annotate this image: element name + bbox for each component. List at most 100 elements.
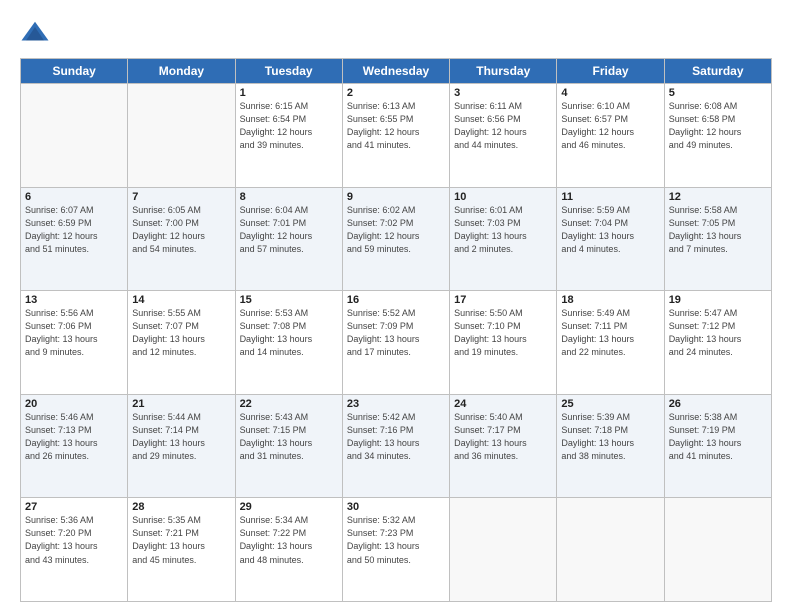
day-number: 5 xyxy=(669,87,767,99)
calendar-day-cell: 2Sunrise: 6:13 AM Sunset: 6:55 PM Daylig… xyxy=(342,84,449,188)
day-number: 2 xyxy=(347,87,445,99)
calendar-week-row: 13Sunrise: 5:56 AM Sunset: 7:06 PM Dayli… xyxy=(21,291,772,395)
logo xyxy=(20,18,54,48)
day-info: Sunrise: 5:34 AM Sunset: 7:22 PM Dayligh… xyxy=(240,514,338,566)
day-info: Sunrise: 6:02 AM Sunset: 7:02 PM Dayligh… xyxy=(347,204,445,256)
day-info: Sunrise: 5:58 AM Sunset: 7:05 PM Dayligh… xyxy=(669,204,767,256)
calendar-day-cell: 29Sunrise: 5:34 AM Sunset: 7:22 PM Dayli… xyxy=(235,498,342,602)
day-number: 9 xyxy=(347,191,445,203)
day-header-wednesday: Wednesday xyxy=(342,59,449,84)
day-number: 22 xyxy=(240,398,338,410)
day-info: Sunrise: 6:10 AM Sunset: 6:57 PM Dayligh… xyxy=(561,100,659,152)
day-number: 18 xyxy=(561,294,659,306)
day-info: Sunrise: 6:04 AM Sunset: 7:01 PM Dayligh… xyxy=(240,204,338,256)
day-number: 6 xyxy=(25,191,123,203)
day-number: 7 xyxy=(132,191,230,203)
day-number: 10 xyxy=(454,191,552,203)
calendar-week-row: 20Sunrise: 5:46 AM Sunset: 7:13 PM Dayli… xyxy=(21,394,772,498)
day-number: 27 xyxy=(25,501,123,513)
calendar-header-row: SundayMondayTuesdayWednesdayThursdayFrid… xyxy=(21,59,772,84)
calendar-day-cell: 30Sunrise: 5:32 AM Sunset: 7:23 PM Dayli… xyxy=(342,498,449,602)
calendar-day-cell: 22Sunrise: 5:43 AM Sunset: 7:15 PM Dayli… xyxy=(235,394,342,498)
calendar-day-cell: 7Sunrise: 6:05 AM Sunset: 7:00 PM Daylig… xyxy=(128,187,235,291)
calendar-day-cell: 17Sunrise: 5:50 AM Sunset: 7:10 PM Dayli… xyxy=(450,291,557,395)
page: SundayMondayTuesdayWednesdayThursdayFrid… xyxy=(0,0,792,612)
day-number: 16 xyxy=(347,294,445,306)
calendar-day-cell: 15Sunrise: 5:53 AM Sunset: 7:08 PM Dayli… xyxy=(235,291,342,395)
calendar-day-cell: 5Sunrise: 6:08 AM Sunset: 6:58 PM Daylig… xyxy=(664,84,771,188)
day-number: 17 xyxy=(454,294,552,306)
calendar-day-cell: 4Sunrise: 6:10 AM Sunset: 6:57 PM Daylig… xyxy=(557,84,664,188)
day-number: 29 xyxy=(240,501,338,513)
calendar-day-cell: 21Sunrise: 5:44 AM Sunset: 7:14 PM Dayli… xyxy=(128,394,235,498)
day-number: 19 xyxy=(669,294,767,306)
calendar-day-cell xyxy=(557,498,664,602)
day-info: Sunrise: 5:32 AM Sunset: 7:23 PM Dayligh… xyxy=(347,514,445,566)
calendar-day-cell: 11Sunrise: 5:59 AM Sunset: 7:04 PM Dayli… xyxy=(557,187,664,291)
calendar-day-cell: 23Sunrise: 5:42 AM Sunset: 7:16 PM Dayli… xyxy=(342,394,449,498)
calendar-day-cell: 1Sunrise: 6:15 AM Sunset: 6:54 PM Daylig… xyxy=(235,84,342,188)
day-info: Sunrise: 5:35 AM Sunset: 7:21 PM Dayligh… xyxy=(132,514,230,566)
day-header-sunday: Sunday xyxy=(21,59,128,84)
day-number: 20 xyxy=(25,398,123,410)
day-info: Sunrise: 5:50 AM Sunset: 7:10 PM Dayligh… xyxy=(454,307,552,359)
day-number: 8 xyxy=(240,191,338,203)
day-info: Sunrise: 6:07 AM Sunset: 6:59 PM Dayligh… xyxy=(25,204,123,256)
calendar-day-cell: 26Sunrise: 5:38 AM Sunset: 7:19 PM Dayli… xyxy=(664,394,771,498)
day-info: Sunrise: 5:49 AM Sunset: 7:11 PM Dayligh… xyxy=(561,307,659,359)
day-number: 14 xyxy=(132,294,230,306)
day-number: 30 xyxy=(347,501,445,513)
calendar-day-cell: 8Sunrise: 6:04 AM Sunset: 7:01 PM Daylig… xyxy=(235,187,342,291)
day-info: Sunrise: 6:05 AM Sunset: 7:00 PM Dayligh… xyxy=(132,204,230,256)
day-number: 21 xyxy=(132,398,230,410)
day-info: Sunrise: 6:13 AM Sunset: 6:55 PM Dayligh… xyxy=(347,100,445,152)
day-info: Sunrise: 6:15 AM Sunset: 6:54 PM Dayligh… xyxy=(240,100,338,152)
day-number: 15 xyxy=(240,294,338,306)
calendar-day-cell: 3Sunrise: 6:11 AM Sunset: 6:56 PM Daylig… xyxy=(450,84,557,188)
day-number: 23 xyxy=(347,398,445,410)
day-header-tuesday: Tuesday xyxy=(235,59,342,84)
day-number: 24 xyxy=(454,398,552,410)
day-number: 3 xyxy=(454,87,552,99)
day-header-friday: Friday xyxy=(557,59,664,84)
day-info: Sunrise: 5:39 AM Sunset: 7:18 PM Dayligh… xyxy=(561,411,659,463)
day-info: Sunrise: 6:01 AM Sunset: 7:03 PM Dayligh… xyxy=(454,204,552,256)
day-header-thursday: Thursday xyxy=(450,59,557,84)
day-info: Sunrise: 5:55 AM Sunset: 7:07 PM Dayligh… xyxy=(132,307,230,359)
calendar-day-cell: 13Sunrise: 5:56 AM Sunset: 7:06 PM Dayli… xyxy=(21,291,128,395)
day-info: Sunrise: 5:46 AM Sunset: 7:13 PM Dayligh… xyxy=(25,411,123,463)
day-info: Sunrise: 5:44 AM Sunset: 7:14 PM Dayligh… xyxy=(132,411,230,463)
day-info: Sunrise: 5:43 AM Sunset: 7:15 PM Dayligh… xyxy=(240,411,338,463)
day-number: 4 xyxy=(561,87,659,99)
day-number: 28 xyxy=(132,501,230,513)
calendar-table: SundayMondayTuesdayWednesdayThursdayFrid… xyxy=(20,58,772,602)
calendar-day-cell: 18Sunrise: 5:49 AM Sunset: 7:11 PM Dayli… xyxy=(557,291,664,395)
calendar-week-row: 1Sunrise: 6:15 AM Sunset: 6:54 PM Daylig… xyxy=(21,84,772,188)
header xyxy=(20,18,772,48)
day-info: Sunrise: 6:11 AM Sunset: 6:56 PM Dayligh… xyxy=(454,100,552,152)
day-number: 12 xyxy=(669,191,767,203)
day-info: Sunrise: 5:59 AM Sunset: 7:04 PM Dayligh… xyxy=(561,204,659,256)
calendar-day-cell: 12Sunrise: 5:58 AM Sunset: 7:05 PM Dayli… xyxy=(664,187,771,291)
day-info: Sunrise: 5:40 AM Sunset: 7:17 PM Dayligh… xyxy=(454,411,552,463)
day-info: Sunrise: 5:38 AM Sunset: 7:19 PM Dayligh… xyxy=(669,411,767,463)
calendar-day-cell: 20Sunrise: 5:46 AM Sunset: 7:13 PM Dayli… xyxy=(21,394,128,498)
calendar-day-cell: 6Sunrise: 6:07 AM Sunset: 6:59 PM Daylig… xyxy=(21,187,128,291)
logo-icon xyxy=(20,18,50,48)
calendar-day-cell: 14Sunrise: 5:55 AM Sunset: 7:07 PM Dayli… xyxy=(128,291,235,395)
day-number: 26 xyxy=(669,398,767,410)
calendar-week-row: 6Sunrise: 6:07 AM Sunset: 6:59 PM Daylig… xyxy=(21,187,772,291)
calendar-day-cell: 24Sunrise: 5:40 AM Sunset: 7:17 PM Dayli… xyxy=(450,394,557,498)
day-info: Sunrise: 5:47 AM Sunset: 7:12 PM Dayligh… xyxy=(669,307,767,359)
calendar-day-cell xyxy=(21,84,128,188)
calendar-day-cell: 19Sunrise: 5:47 AM Sunset: 7:12 PM Dayli… xyxy=(664,291,771,395)
day-number: 11 xyxy=(561,191,659,203)
calendar-day-cell: 27Sunrise: 5:36 AM Sunset: 7:20 PM Dayli… xyxy=(21,498,128,602)
day-number: 13 xyxy=(25,294,123,306)
day-number: 1 xyxy=(240,87,338,99)
calendar-day-cell: 10Sunrise: 6:01 AM Sunset: 7:03 PM Dayli… xyxy=(450,187,557,291)
calendar-week-row: 27Sunrise: 5:36 AM Sunset: 7:20 PM Dayli… xyxy=(21,498,772,602)
day-info: Sunrise: 6:08 AM Sunset: 6:58 PM Dayligh… xyxy=(669,100,767,152)
calendar-day-cell: 25Sunrise: 5:39 AM Sunset: 7:18 PM Dayli… xyxy=(557,394,664,498)
day-number: 25 xyxy=(561,398,659,410)
